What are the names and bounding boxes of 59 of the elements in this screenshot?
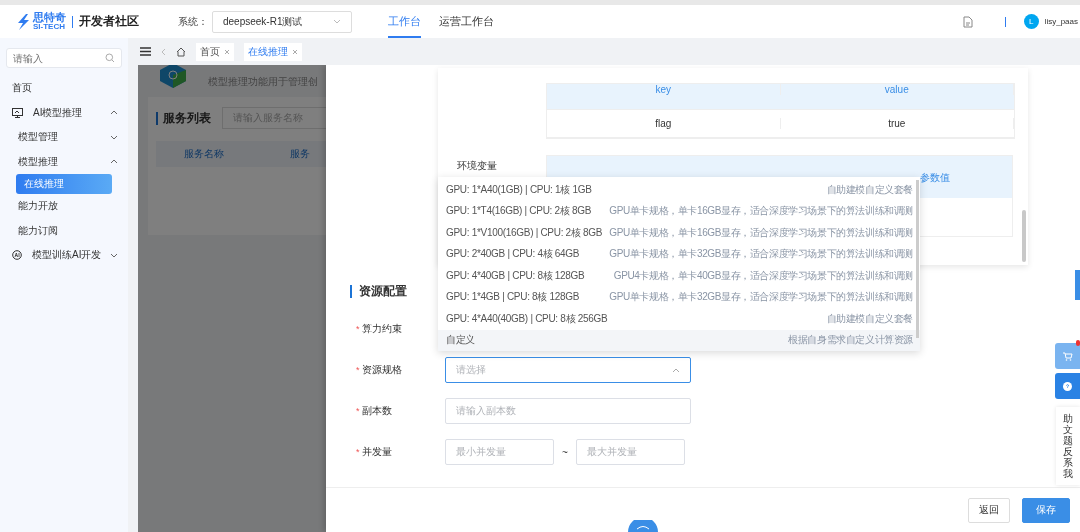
column-header: 服务: [289, 147, 311, 161]
chevron-down-icon: [333, 19, 341, 24]
field-label: 算力约束: [362, 322, 403, 336]
required-mark: *: [356, 365, 361, 375]
required-mark: *: [356, 406, 361, 416]
search-field[interactable]: 请输入: [6, 48, 122, 68]
scrollbar[interactable]: [1022, 210, 1026, 262]
field-label: 资源规格: [362, 363, 403, 377]
menu-item[interactable]: 模型训练AI开发: [6, 243, 122, 268]
site-title: 开发者社区: [79, 13, 139, 30]
required-mark: *: [356, 447, 361, 457]
cube-logo-icon: [158, 65, 188, 89]
menu-item[interactable]: 首页: [6, 76, 122, 101]
monitor-icon: [12, 107, 23, 118]
field-label: 环境变量: [457, 159, 498, 173]
list-title: 服务列表: [163, 109, 211, 127]
range-separator: ~: [561, 446, 569, 458]
column-header: key: [547, 84, 781, 95]
home-icon[interactable]: [176, 46, 186, 57]
column-header: 服务名称: [183, 147, 225, 161]
field-label: 副本数: [362, 404, 393, 418]
logo-text: 思特奇: [33, 12, 66, 23]
close-icon[interactable]: [224, 48, 230, 55]
user-name[interactable]: lisy_paas: [1044, 17, 1078, 26]
feedback-panel[interactable]: 助文题反系我: [1056, 407, 1080, 485]
close-icon[interactable]: [292, 48, 298, 55]
ai-badge-icon: [12, 250, 22, 261]
help-button[interactable]: [1055, 373, 1080, 399]
column-header: value: [780, 84, 1014, 95]
scrollbar[interactable]: [916, 180, 919, 338]
cart-button[interactable]: [1055, 343, 1080, 369]
table-cell: flag: [547, 118, 781, 129]
dropdown-option[interactable]: 自定义 根据自身需求自定义计算资源: [438, 329, 920, 351]
logo-icon: [16, 13, 30, 30]
menu-icon[interactable]: [140, 47, 151, 56]
page-tag[interactable]: 在线推理: [244, 42, 302, 61]
system-select[interactable]: deepseek-R1测试: [212, 10, 352, 33]
table-cell: true: [780, 118, 1014, 129]
cart-icon: [1062, 351, 1073, 361]
logo-text: SI-TECH: [33, 23, 65, 31]
section-title: 资源配置: [359, 283, 407, 300]
help-icon: [1063, 381, 1072, 391]
back-button[interactable]: 返回: [968, 497, 1010, 523]
menu-item[interactable]: 模型推理: [6, 149, 122, 174]
search-icon: [105, 53, 115, 63]
field-label: 并发量: [362, 445, 393, 459]
menu-item[interactable]: AI模型推理: [6, 100, 122, 125]
document-icon[interactable]: [962, 15, 973, 28]
required-mark: *: [356, 324, 361, 334]
menu-item[interactable]: 在线推理: [16, 174, 112, 194]
page-tag[interactable]: 首页: [196, 42, 234, 61]
nav-tab[interactable]: 运营工作台: [439, 5, 494, 38]
menu-item[interactable]: 能力开放: [6, 194, 122, 219]
column-header: 参数值: [919, 172, 950, 183]
assistant-icon[interactable]: [628, 520, 658, 532]
menu-item[interactable]: 能力订阅: [6, 218, 122, 243]
system-label: 系统：: [178, 14, 208, 29]
menu-item[interactable]: 模型管理: [6, 125, 122, 150]
chevron-up-icon: [672, 367, 680, 373]
